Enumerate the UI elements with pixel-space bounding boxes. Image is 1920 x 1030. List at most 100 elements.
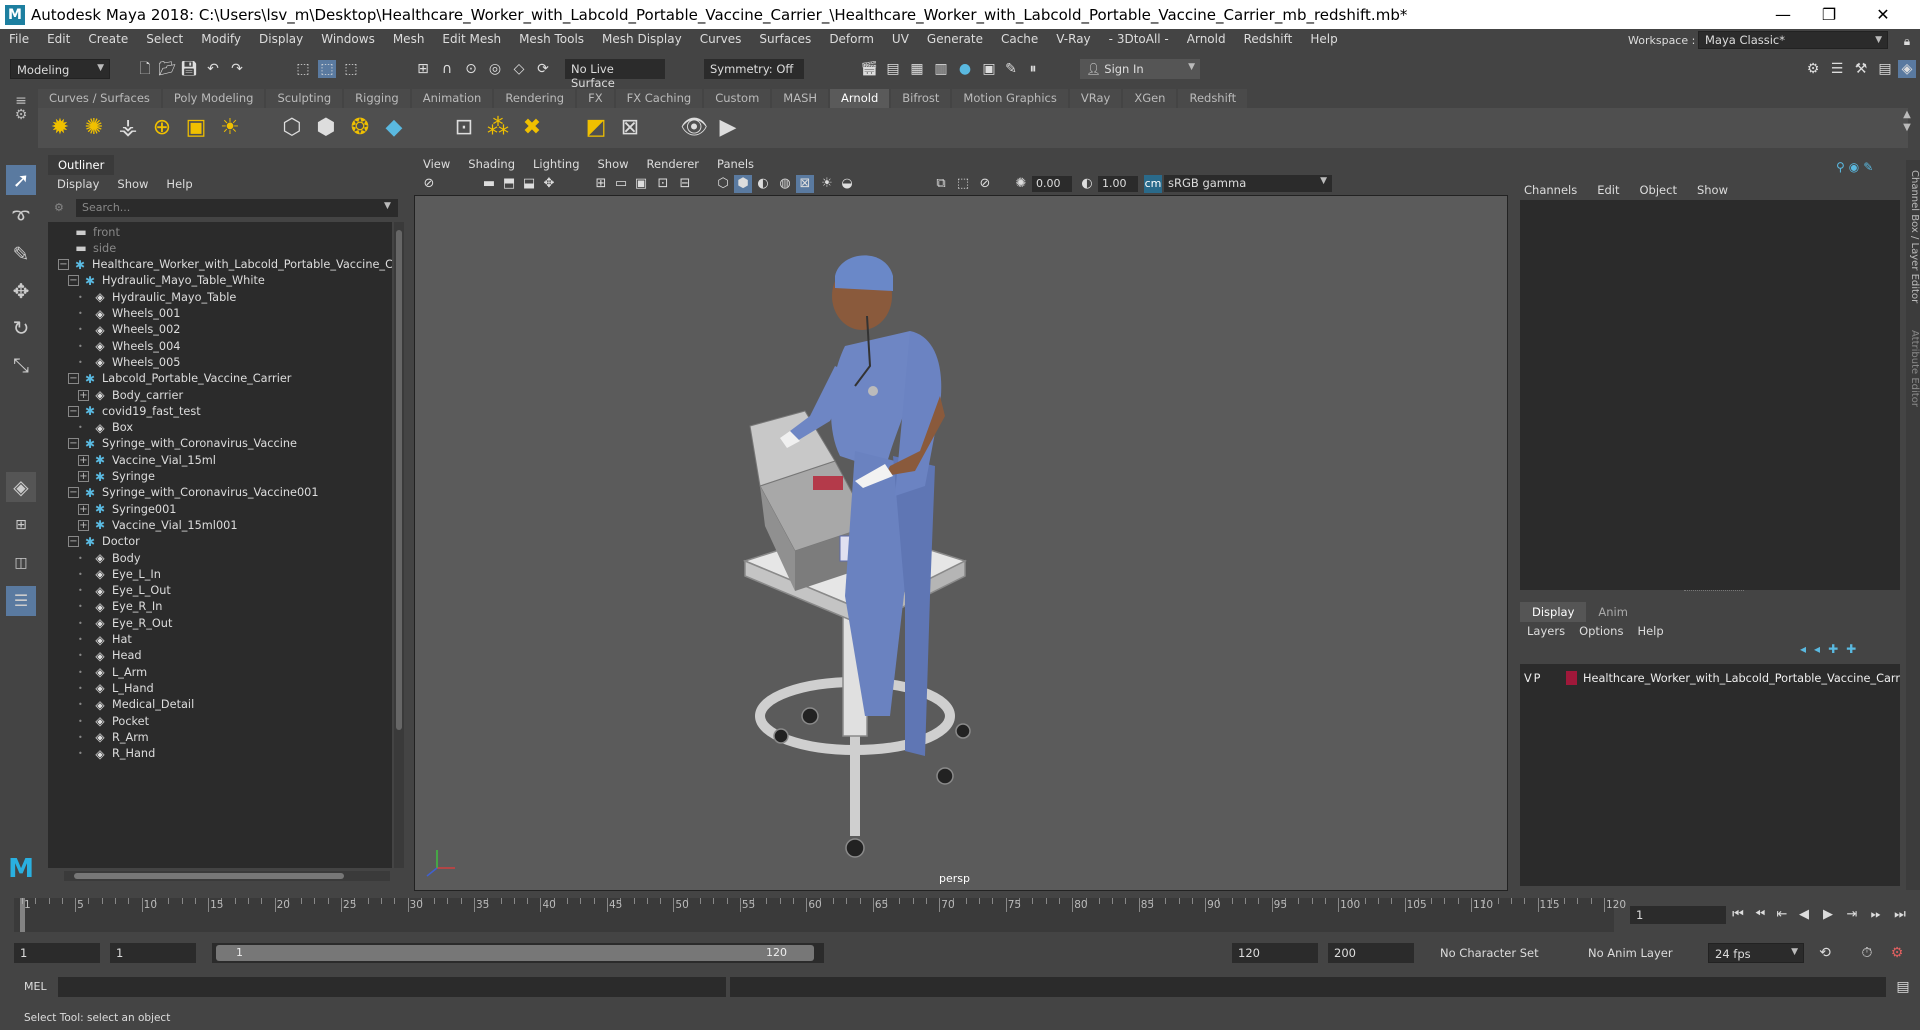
camera-attributes-icon[interactable]: ▬ [480, 175, 498, 193]
snap-curve-icon[interactable]: ∩ [438, 60, 456, 78]
new-layer-icon[interactable]: ✚ [1828, 642, 1838, 656]
expand-icon[interactable]: + [78, 471, 89, 482]
attribute-editor-side-tab[interactable]: Attribute Editor [1906, 330, 1920, 407]
channel-box-menu-channels[interactable]: Channels [1514, 181, 1587, 199]
auto-key-icon[interactable]: ⏱︎ [1858, 944, 1876, 962]
redo-icon[interactable]: ↷ [228, 60, 246, 78]
go-to-start-icon[interactable]: ⏮︎ [1728, 906, 1748, 924]
collapse-icon[interactable]: − [58, 259, 69, 271]
layer-type-toggle[interactable] [1549, 672, 1562, 684]
menu-3dtoall[interactable]: - 3DtoAll - [1100, 32, 1178, 46]
shelf-menu-icon[interactable]: ≡ ⚙︎ [12, 94, 30, 144]
menu-v-ray[interactable]: V-Ray [1047, 32, 1099, 46]
collapse-icon[interactable]: − [68, 487, 79, 499]
layer-menu-help[interactable]: Help [1630, 622, 1670, 640]
viewport-menu-lighting[interactable]: Lighting [524, 155, 588, 173]
menu-deform[interactable]: Deform [820, 32, 883, 46]
shelf-tab-motion-graphics[interactable]: Motion Graphics [952, 89, 1068, 108]
wireframe-icon[interactable]: ⬡ [714, 175, 732, 193]
layer-row[interactable]: V P Healthcare_Worker_with_Labcold_Porta… [1520, 668, 1900, 688]
image-plane-icon[interactable]: ⬓ [520, 175, 538, 193]
resolution-gate-icon[interactable]: ▣ [632, 175, 650, 193]
outliner-layout-icon[interactable]: ☰ [6, 586, 36, 616]
render-view-icon[interactable]: ▣ [980, 60, 998, 78]
menu-mesh-tools[interactable]: Mesh Tools [510, 32, 593, 46]
viewport-menu-show[interactable]: Show [589, 155, 638, 173]
select-object-icon[interactable]: ⬚ [318, 60, 336, 78]
animation-end-field[interactable]: 200 [1328, 943, 1414, 963]
arnold-license-icon[interactable]: ⊠ [616, 114, 644, 142]
search-chevron-down-icon[interactable]: ▼ [384, 201, 391, 211]
shelf-tab-custom[interactable]: Custom [704, 89, 771, 108]
layer-menu-options[interactable]: Options [1572, 622, 1630, 640]
tab-anim[interactable]: Anim [1586, 602, 1640, 622]
step-back-frame-icon[interactable]: ⇤ [1772, 906, 1792, 924]
symmetry-dropdown[interactable]: Symmetry: Off [704, 59, 804, 79]
snap-grid-icon[interactable]: ⊞ [414, 60, 432, 78]
arnold-tx-manager-icon[interactable]: ◩ [582, 114, 610, 142]
play-forward-icon[interactable]: ▶︎ [1818, 906, 1838, 924]
arnold-render-icon[interactable]: ▶︎ [714, 114, 742, 142]
exposure-field[interactable]: 0.00 [1032, 176, 1072, 192]
arnold-photometric-light-icon[interactable]: ⚶ [114, 114, 142, 142]
undo-icon[interactable]: ↶ [204, 60, 222, 78]
channel-box-side-tab[interactable]: Channel Box / Layer Editor [1906, 170, 1920, 303]
shelf-tab-poly-modeling[interactable]: Poly Modeling [162, 89, 265, 108]
animation-preferences-icon[interactable]: ⚙︎ [1888, 944, 1906, 962]
range-slider[interactable]: 1 120 [212, 943, 824, 963]
menu-curves[interactable]: Curves [691, 32, 751, 46]
arnold-curve-collector-icon[interactable]: ❂ [346, 114, 374, 142]
collapse-icon[interactable]: − [68, 438, 79, 450]
shelf-tab-vray[interactable]: VRay [1069, 89, 1122, 108]
menu-create[interactable]: Create [79, 32, 137, 46]
arnold-volume-icon[interactable]: ◆ [380, 114, 408, 142]
wireframe-on-shaded-icon[interactable]: ⊠ [796, 175, 814, 193]
menu-mesh[interactable]: Mesh [384, 32, 434, 46]
new-layer-selected-icon[interactable]: ✚ [1846, 642, 1856, 656]
snap-surface-icon[interactable]: ◇ [510, 60, 528, 78]
shelf-scroll-icon[interactable]: ▲ ▼ [1900, 108, 1914, 148]
modeling-toolkit-icon[interactable]: ⚙︎ [1804, 60, 1822, 78]
paint-select-tool-icon[interactable]: ✎ [6, 239, 36, 269]
ambient-occlusion-icon[interactable]: ◒ [838, 175, 856, 193]
save-scene-icon[interactable]: 💾︎ [180, 60, 198, 78]
isolate-select-icon[interactable]: ⧉ [932, 175, 950, 193]
new-scene-icon[interactable]: 🗋 [136, 60, 154, 78]
outliner-menu-display[interactable]: Display [48, 175, 108, 193]
script-editor-icon[interactable]: ▤ [1894, 978, 1912, 996]
select-component-icon[interactable]: ⬚ [342, 60, 360, 78]
xray-joints-icon[interactable]: ⊘ [976, 175, 994, 193]
lock-icon[interactable]: 🔒︎ [1898, 32, 1916, 50]
two-d-pan-icon[interactable]: ✥ [540, 175, 558, 193]
rotate-tool-icon[interactable]: ↻ [6, 313, 36, 343]
expand-icon[interactable]: + [78, 389, 89, 401]
smooth-shade-icon[interactable]: ⬢ [734, 175, 752, 193]
workspace-dropdown[interactable]: Maya Classic* ▼ [1698, 31, 1888, 49]
shelf-tab-rendering[interactable]: Rendering [494, 89, 576, 108]
edit-icon[interactable]: ✎ [1863, 160, 1873, 176]
bookmark-icon[interactable]: ⬒ [500, 175, 518, 193]
scale-tool-icon[interactable]: ⤡ [6, 350, 36, 380]
arnold-mesh-light-icon[interactable]: ✺ [80, 114, 108, 142]
viewport-menu-shading[interactable]: Shading [459, 155, 524, 173]
layer-visibility-toggle[interactable]: V [1524, 672, 1534, 685]
shelf-tab-sculpting[interactable]: Sculpting [266, 89, 343, 108]
menu-select[interactable]: Select [137, 32, 192, 46]
collapse-icon[interactable]: − [68, 536, 79, 548]
exposure-icon[interactable]: ✺ [1012, 175, 1030, 193]
single-perspective-layout-icon[interactable]: ◈ [6, 472, 36, 502]
playback-end-field[interactable]: 120 [1232, 943, 1318, 963]
menu-help[interactable]: Help [1301, 32, 1346, 46]
move-layer-up-icon[interactable]: ◂ [1800, 642, 1806, 656]
move-tool-icon[interactable]: ✥ [6, 276, 36, 306]
step-forward-frame-icon[interactable]: ⇥ [1842, 906, 1862, 924]
arnold-area-light-icon[interactable]: ✹ [46, 114, 74, 142]
ipr-render-icon[interactable]: ▦ [908, 60, 926, 78]
camera-select-icon[interactable]: ⊘ [420, 175, 438, 193]
lights-icon[interactable]: ◍ [776, 175, 794, 193]
channel-box-menu-show[interactable]: Show [1687, 181, 1738, 199]
arnold-flush-lights-icon[interactable]: ✖ [518, 114, 546, 142]
step-forward-key-icon[interactable]: ⏩︎ [1866, 906, 1886, 924]
outliner-vertical-scrollbar[interactable] [394, 222, 404, 868]
layer-color-swatch[interactable] [1565, 671, 1577, 685]
